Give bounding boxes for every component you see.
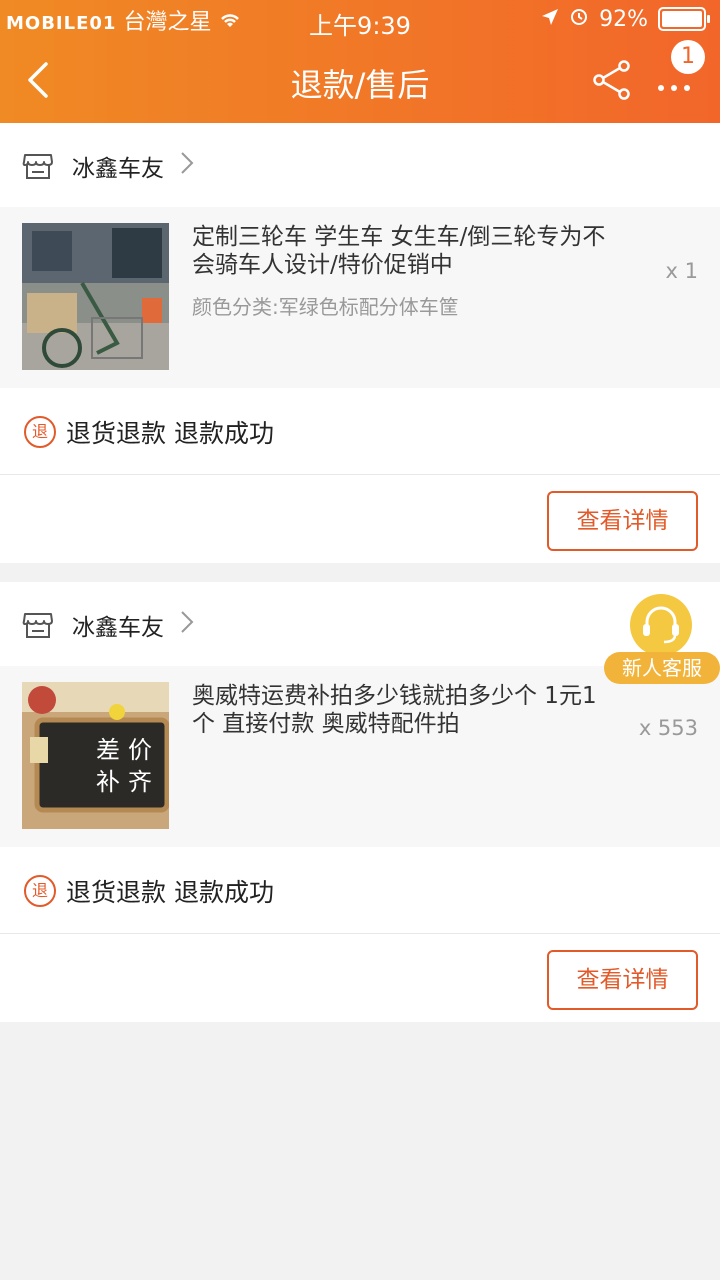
header: MOBILE01 台灣之星 上午9:39 92% 退款/售后 1 (0, 0, 720, 123)
shop-icon (22, 608, 54, 640)
shop-name: 冰鑫车友 (72, 156, 164, 182)
product-title: 奥威特运费补拍多少钱就拍多少个 1元1个 直接付款 奥威特配件拍 (192, 683, 597, 737)
status-bar: MOBILE01 台灣之星 上午9:39 92% (0, 0, 720, 40)
nav-bar: 退款/售后 (0, 40, 720, 123)
action-row: 查看详情 (0, 475, 720, 565)
product-quantity: x 1 (665, 259, 698, 283)
alarm-icon (569, 6, 589, 32)
thumb-char: 齐 (128, 768, 152, 796)
chevron-right-icon (180, 151, 194, 175)
more-dots-icon[interactable] (658, 76, 698, 91)
refund-status-text: 退货退款 退款成功 (66, 419, 274, 448)
view-details-button[interactable]: 查看详情 (547, 491, 698, 551)
thumb-char: 差 (96, 736, 120, 764)
product-thumbnail: 差 价 补 齐 (22, 682, 169, 829)
refund-status-text: 退货退款 退款成功 (66, 878, 274, 907)
product-row[interactable]: 差 价 补 齐 奥威特运费补拍多少钱就拍多少个 1元1个 直接付款 奥威特配件拍… (0, 666, 720, 847)
message-badge: 1 (671, 40, 705, 74)
refund-order-card: 冰鑫车友 定制三轮车 学生车 女生车/倒三轮专为不会骑车人设计/特价促销中 颜色… (0, 123, 720, 563)
product-row[interactable]: 定制三轮车 学生车 女生车/倒三轮专为不会骑车人设计/特价促销中 颜色分类:军绿… (0, 207, 720, 388)
shop-name: 冰鑫车友 (72, 615, 164, 641)
battery-icon (658, 7, 710, 31)
customer-service-label: 新人客服 (604, 652, 720, 684)
headset-icon (630, 594, 692, 656)
thumb-char: 补 (96, 768, 120, 796)
refund-icon: 退 (24, 875, 56, 907)
view-details-button[interactable]: 查看详情 (547, 950, 698, 1010)
refund-icon: 退 (24, 416, 56, 448)
product-quantity: x 553 (638, 716, 698, 740)
refund-status-row: 退 退货退款 退款成功 (0, 388, 720, 475)
battery-percent: 92% (599, 6, 648, 32)
refund-status-row: 退 退货退款 退款成功 (0, 847, 720, 934)
chevron-right-icon (180, 610, 194, 634)
product-title: 定制三轮车 学生车 女生车/倒三轮专为不会骑车人设计/特价促销中 (192, 224, 606, 278)
action-row: 查看详情 (0, 934, 720, 1024)
shop-icon (22, 149, 54, 181)
product-thumbnail (22, 223, 169, 370)
thumb-char: 价 (128, 736, 152, 764)
share-icon[interactable] (592, 60, 632, 100)
status-right: 92% (541, 6, 710, 32)
location-arrow-icon (541, 7, 559, 32)
product-sku: 颜色分类:军绿色标配分体车筐 (192, 295, 459, 319)
shop-row[interactable]: 冰鑫车友 (0, 123, 720, 207)
customer-service-button[interactable]: 新人客服 (604, 594, 720, 688)
